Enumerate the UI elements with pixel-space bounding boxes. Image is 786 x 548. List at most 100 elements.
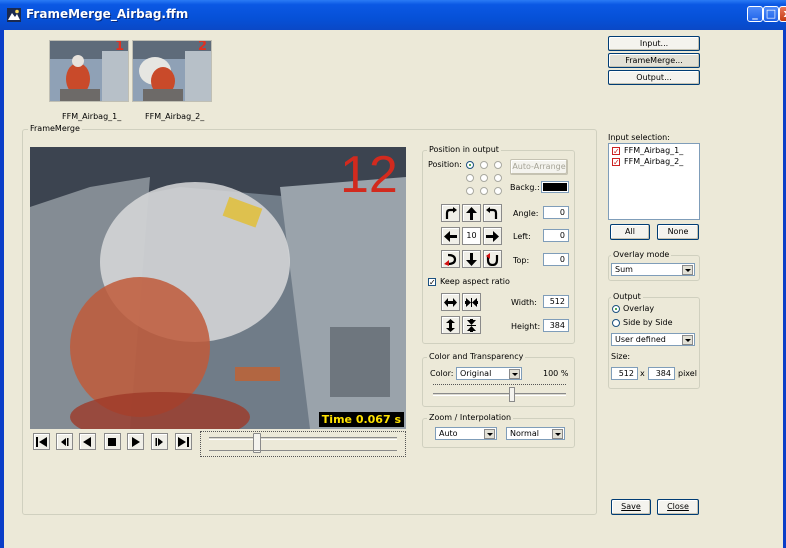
input-1-checkbox[interactable]: ✓ [612,147,620,156]
arrow-right-icon [486,230,499,242]
move-down-button[interactable] [462,250,481,268]
step-back-button[interactable] [56,433,73,450]
minimize-icon: _ [752,7,758,20]
shorter-button[interactable] [462,316,481,334]
angle-label: Angle: [513,209,539,218]
arrow-up-icon [466,206,477,220]
checkmark-icon: ✓ [613,158,620,167]
position-radio-7[interactable] [466,187,474,195]
thumbnail-1[interactable]: 1 [49,40,129,102]
framemerge-button[interactable]: FrameMerge... [608,53,700,68]
minimize-button[interactable]: _ [747,6,763,22]
chevron-down-icon [682,335,693,345]
rotate-right-button[interactable] [441,204,460,222]
output-height-field[interactable]: 384 [648,367,675,380]
expand-vertical-icon [446,318,455,332]
move-left-button[interactable] [441,227,460,245]
output-width-field[interactable]: 512 [611,367,638,380]
thumbnail-2-number: 2 [197,40,207,54]
width-field[interactable]: 512 [543,295,569,308]
transparency-slider[interactable] [433,383,566,403]
close-icon: x [780,6,786,22]
flip-right-button[interactable] [483,250,502,268]
save-button[interactable]: Save [611,499,651,515]
position-radio-5[interactable] [480,174,488,182]
position-radio-6[interactable] [494,174,502,182]
close-window-button[interactable]: x [779,6,786,22]
position-radio-4[interactable] [466,174,474,182]
color-select[interactable]: Original [456,367,522,380]
position-radio-1[interactable] [466,161,474,169]
position-radio-8[interactable] [480,187,488,195]
checkmark-icon: ✓ [613,147,620,156]
flip-left-button[interactable] [441,250,460,268]
height-field[interactable]: 384 [543,319,569,332]
keep-aspect-label: Keep aspect ratio [440,277,510,286]
color-label: Color: [430,369,454,378]
transparency-slider-thumb[interactable] [509,387,516,402]
overlay-option-label: Overlay [623,304,655,313]
background-color-swatch[interactable] [541,181,569,193]
width-label: Width: [511,298,537,307]
rotate-left-icon [486,206,498,219]
size-unit: pixel [678,369,697,378]
size-preset-select[interactable]: User defined [611,333,695,346]
position-radio-3[interactable] [494,161,502,169]
input-selection-list[interactable]: ✓ FFM_Airbag_1_ ✓ FFM_Airbag_2_ [608,143,700,220]
framemerge-group-label: FrameMerge [28,124,82,133]
shrink-horizontal-icon [465,297,478,307]
auto-arrange-button[interactable]: Auto-Arrange [510,159,568,175]
play-button[interactable] [127,433,144,450]
size-label: Size: [611,352,631,361]
color-select-value: Original [460,369,492,378]
position-radio-9[interactable] [494,187,502,195]
overlay-mode-select[interactable]: Sum [611,263,695,276]
interpolation-select-value: Normal [510,429,539,438]
rotate-left-button[interactable] [483,204,502,222]
color-transparency-label: Color and Transparency [427,352,526,361]
chevron-down-icon [509,369,520,379]
close-button[interactable]: Close [657,499,699,515]
keep-aspect-checkbox[interactable]: ✓ [428,278,436,287]
angle-field[interactable]: 0 [543,206,569,219]
step-size-field[interactable]: 10 [462,227,481,245]
side-by-side-radio[interactable] [612,319,620,327]
stop-button[interactable] [104,433,121,450]
widen-button[interactable] [441,293,460,311]
overlay-radio[interactable] [612,305,620,313]
move-up-button[interactable] [462,204,481,222]
chevron-down-icon [552,429,563,439]
position-radio-2[interactable] [480,161,488,169]
background-color-fill [543,183,567,191]
input-2-checkbox[interactable]: ✓ [612,158,620,167]
zoom-select[interactable]: Auto [435,427,497,440]
height-label: Height: [511,322,541,331]
expand-horizontal-icon [444,297,457,307]
step-back-icon [61,437,69,446]
step-forward-button[interactable] [151,433,168,450]
last-frame-button[interactable] [175,433,192,450]
thumbnail-2[interactable]: 2 [132,40,212,102]
taller-button[interactable] [441,316,460,334]
side-by-side-label: Side by Side [623,318,673,327]
play-backward-button[interactable] [79,433,96,450]
interpolation-select[interactable]: Normal [506,427,565,440]
stop-icon [108,437,116,446]
output-button[interactable]: Output... [608,70,700,85]
select-none-button[interactable]: None [657,224,699,240]
input-button[interactable]: Input... [608,36,700,51]
maximize-button[interactable]: □ [763,6,779,22]
left-field[interactable]: 0 [543,229,569,242]
skip-last-icon [178,436,189,447]
select-all-button[interactable]: All [610,224,650,240]
title-bar[interactable]: FrameMerge_Airbag.ffm _ □ x [0,0,786,30]
playback-slider-track [209,437,397,440]
narrow-button[interactable] [462,293,481,311]
move-right-button[interactable] [483,227,502,245]
first-frame-button[interactable] [33,433,50,450]
top-label: Top: [513,256,530,265]
playback-slider[interactable] [200,431,406,457]
zoom-select-value: Auto [439,429,458,438]
video-preview[interactable]: 12 Time 0.067 s [30,147,406,429]
top-field[interactable]: 0 [543,253,569,266]
